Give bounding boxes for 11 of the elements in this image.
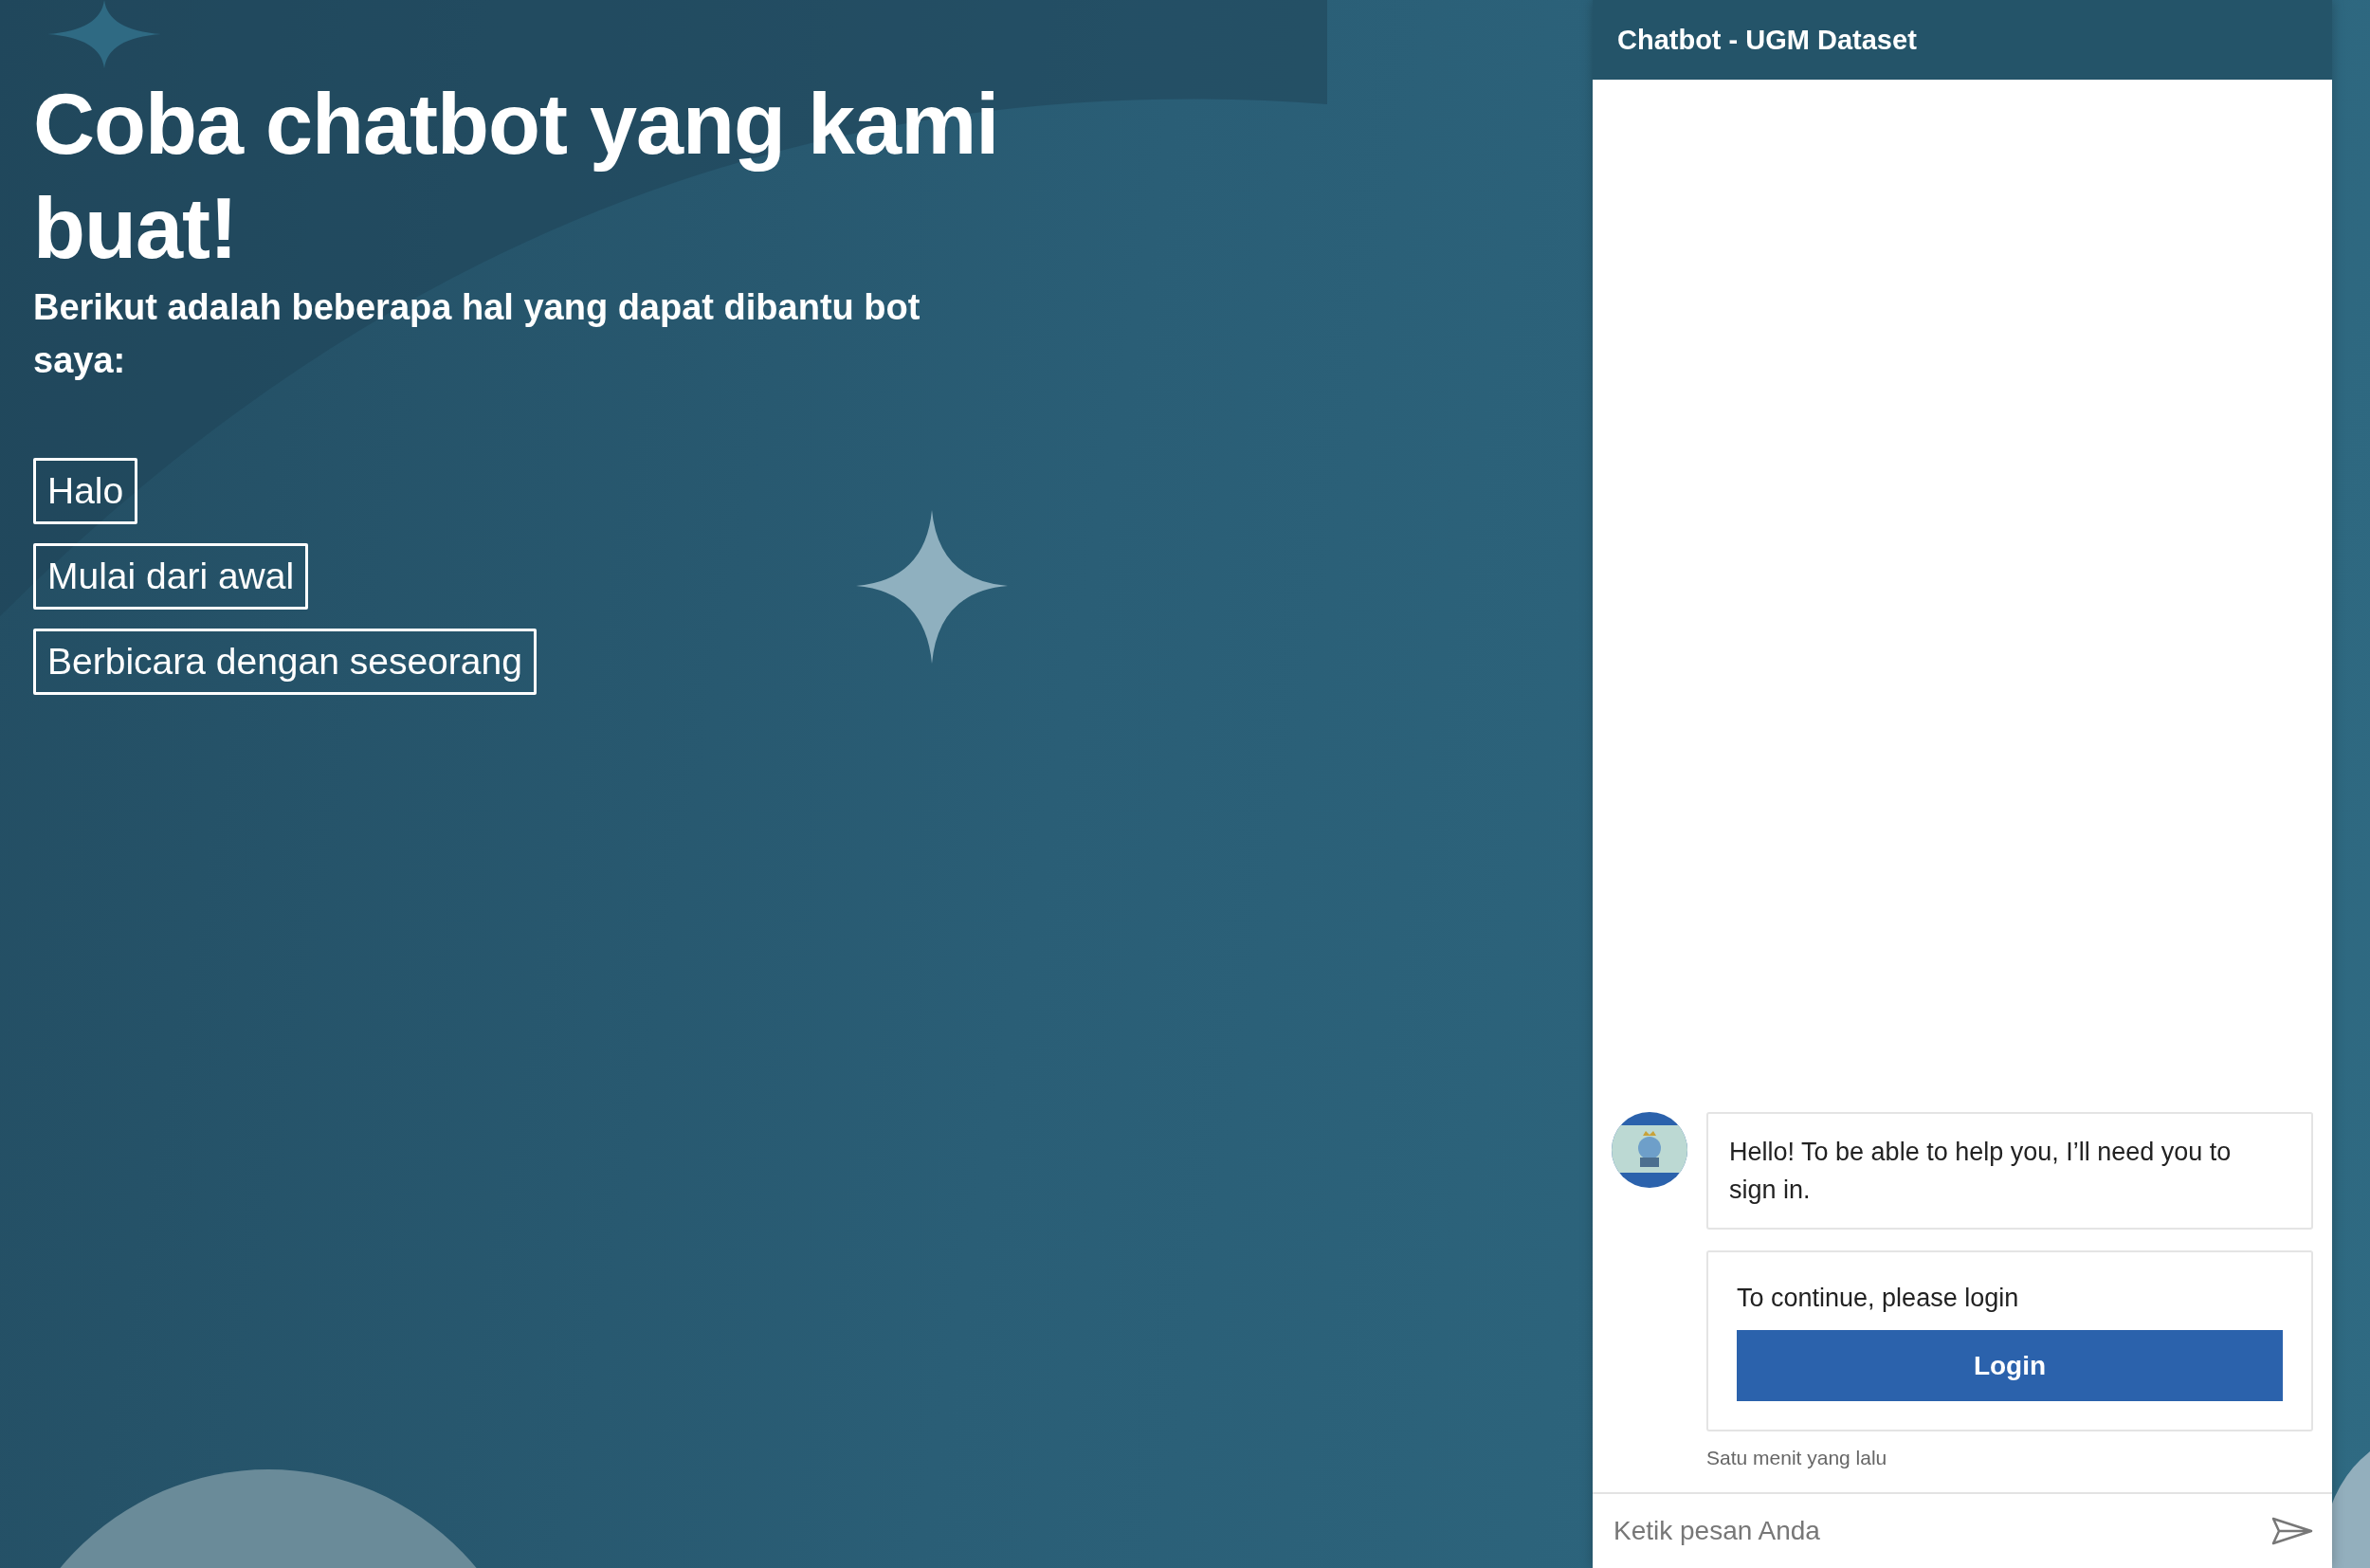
message-text: Hello! To be able to help you, I’ll need you to sign in. bbox=[1729, 1137, 2233, 1206]
suggestion-button[interactable]: Berbicara dengan seseorang bbox=[33, 629, 537, 695]
send-icon[interactable] bbox=[2271, 1517, 2313, 1545]
suggestion-button[interactable]: Mulai dari awal bbox=[33, 543, 309, 610]
suggestion-button[interactable]: Halo bbox=[33, 458, 138, 524]
login-button[interactable]: Login bbox=[1737, 1330, 2283, 1401]
chat-title: Chatbot - UGM Dataset bbox=[1617, 24, 1917, 56]
page-title: Coba chatbot yang kami buat! bbox=[33, 76, 1000, 278]
message-timestamp: Satu menit yang lalu bbox=[1706, 1447, 1888, 1469]
page-subtitle: Berikut adalah beberapa hal yang dapat dibantu bot saya: bbox=[33, 286, 921, 382]
card-text: To continue, please login bbox=[1737, 1283, 2020, 1314]
